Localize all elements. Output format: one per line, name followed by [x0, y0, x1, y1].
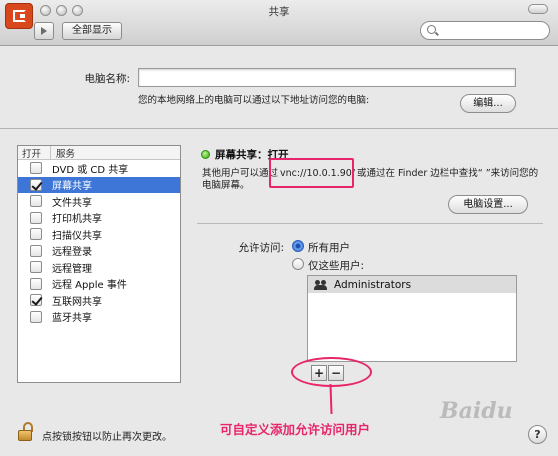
forward-button[interactable] [34, 22, 54, 40]
service-row[interactable]: 远程 Apple 事件 [18, 276, 180, 293]
radio-all-users-label: 所有用户 [308, 242, 350, 254]
computer-name-label: 电脑名称: [84, 73, 130, 85]
service-label: 互联网共享 [52, 296, 102, 308]
search-input[interactable] [420, 21, 550, 40]
radio-only-these-users-label: 仅这些用户: [308, 260, 365, 272]
service-checkbox[interactable] [30, 310, 42, 323]
annotation-text: 可自定义添加允许访问用户 [220, 422, 371, 437]
service-checkbox[interactable] [30, 178, 42, 191]
service-row[interactable]: 蓝牙共享 [18, 309, 180, 326]
service-row[interactable]: 扫描仪共享 [18, 226, 180, 243]
vnc-address-highlight [269, 158, 354, 188]
service-label: 蓝牙共享 [52, 313, 92, 325]
service-row[interactable]: 文件共享 [18, 193, 180, 210]
service-checkbox[interactable] [30, 162, 42, 175]
user-group-icon [314, 279, 328, 290]
help-button[interactable]: ? [528, 425, 547, 444]
service-label: 远程管理 [52, 263, 92, 275]
access-description: 其他用户可以通过 vnc://10.0.1.90/或通过在 Finder 边栏中查… [202, 168, 542, 192]
watermark: Baidu [440, 398, 513, 424]
status-indicator-icon [201, 150, 210, 159]
service-checkbox[interactable] [30, 244, 42, 257]
list-item[interactable]: Administrators [308, 276, 516, 293]
service-row[interactable]: 打印机共享 [18, 210, 180, 227]
add-remove-highlight [291, 357, 372, 387]
annotation-pointer [329, 383, 333, 415]
column-header-service: 服务 [56, 148, 76, 160]
service-label: 打印机共享 [52, 214, 102, 226]
services-list[interactable]: 打开 服务 DVD 或 CD 共享 屏幕共享文件共享打印机共享扫描仪共享远程登录远… [17, 145, 181, 383]
services-list-header: 打开 服务 [18, 145, 180, 160]
chevron-right-icon [41, 27, 47, 35]
service-row[interactable]: 远程管理 [18, 259, 180, 276]
service-label: DVD 或 CD 共享 [52, 164, 129, 176]
service-checkbox[interactable] [30, 195, 42, 208]
allow-access-label: 允许访问: [238, 242, 284, 254]
service-row[interactable]: 远程登录 [18, 243, 180, 260]
service-row[interactable]: DVD 或 CD 共享 [18, 160, 180, 177]
computer-address-hint: 您的本地网络上的电脑可以通过以下地址访问您的电脑: [138, 95, 370, 106]
service-row[interactable]: 屏幕共享 [18, 176, 180, 193]
service-checkbox[interactable] [30, 294, 42, 307]
pane-divider [197, 223, 543, 224]
toolbar-toggle-button[interactable] [528, 4, 548, 14]
search-icon [427, 25, 436, 34]
service-checkbox[interactable] [30, 211, 42, 224]
service-label: 远程登录 [52, 247, 92, 259]
title-bar: 共享 全部显示 [0, 0, 558, 46]
column-header-on: 打开 [18, 145, 51, 160]
service-checkbox[interactable] [30, 261, 42, 274]
radio-all-users[interactable] [292, 240, 304, 252]
window-title: 共享 [268, 6, 290, 18]
service-label: 屏幕共享 [52, 181, 92, 193]
service-label: 文件共享 [52, 197, 92, 209]
service-checkbox[interactable] [30, 277, 42, 290]
service-label: 扫描仪共享 [52, 230, 102, 242]
service-checkbox[interactable] [30, 228, 42, 241]
sharing-window: 共享 全部显示 电脑名称: 您的本地网络上的电脑可以通过以下地址访问您的电脑: … [0, 0, 558, 456]
service-label: 远程 Apple 事件 [52, 280, 127, 292]
show-all-button[interactable]: 全部显示 [62, 22, 122, 40]
allowed-users-list[interactable]: Administrators [307, 275, 517, 362]
section-divider [0, 128, 558, 129]
lock-hint: 点按锁按钮以防止再次更改。 [42, 432, 172, 443]
service-row[interactable]: 互联网共享 [18, 292, 180, 309]
lock-icon[interactable] [18, 422, 34, 442]
radio-only-these-users[interactable] [292, 258, 304, 270]
user-name: Administrators [334, 278, 412, 291]
description-prefix: 其他用户可以通过 [202, 168, 279, 179]
computer-settings-button[interactable]: 电脑设置... [448, 195, 528, 214]
computer-name-field[interactable] [138, 68, 516, 87]
edit-button[interactable]: 编辑... [460, 94, 516, 113]
